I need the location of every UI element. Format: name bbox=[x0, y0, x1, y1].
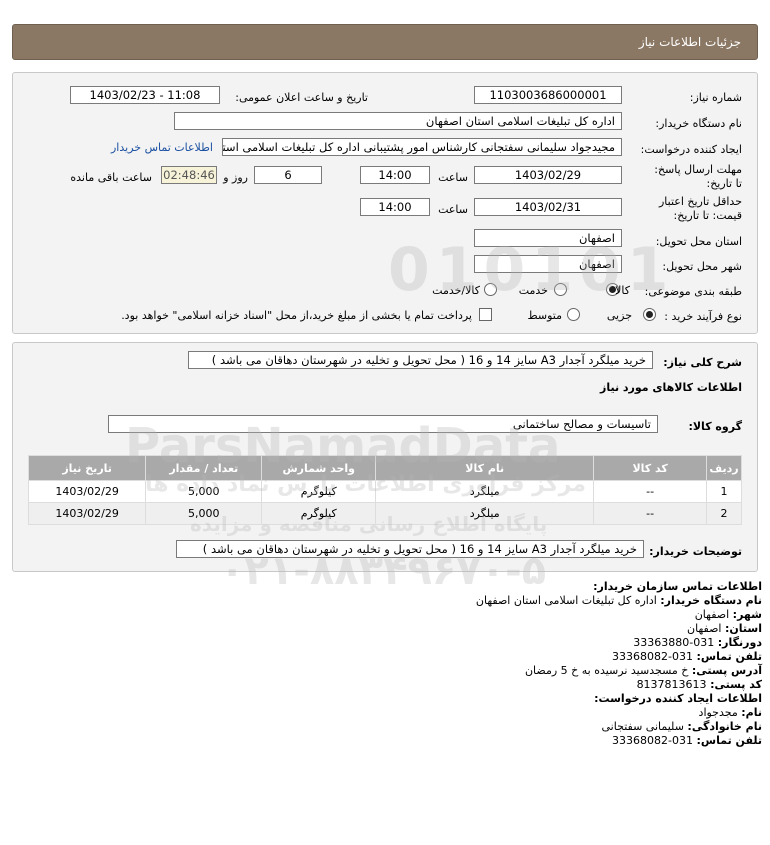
col-name: نام کالا bbox=[375, 455, 595, 481]
contact-org-title: اطلاعات تماس سازمان خریدار: bbox=[593, 580, 762, 593]
buyer-notes-label: توضیحات خریدار: bbox=[649, 545, 742, 558]
cell-code: -- bbox=[593, 502, 707, 525]
creator-phone: تلفن تماس: 031-33368082 bbox=[612, 734, 762, 747]
validity-time-label: ساعت bbox=[438, 203, 468, 216]
category-service-radio[interactable] bbox=[554, 283, 567, 296]
col-unit: واحد شمارش bbox=[261, 455, 377, 481]
process-label: نوع فرآیند خرید : bbox=[664, 310, 742, 323]
table-row[interactable]: 2 -- میلگرد کیلوگرم 5,000 1403/02/29 bbox=[27, 502, 743, 525]
cell-name: میلگرد bbox=[375, 480, 595, 503]
creator-field[interactable]: مجیدجواد سلیمانی سفتجانی کارشناس امور پش… bbox=[222, 138, 622, 156]
validity-time-field[interactable]: 14:00 bbox=[360, 198, 430, 216]
cell-row: 2 bbox=[705, 502, 743, 525]
province-label: استان محل تحویل: bbox=[655, 235, 742, 248]
treasury-checkbox[interactable] bbox=[479, 308, 492, 321]
need-number-label: شماره نیاز: bbox=[689, 91, 742, 104]
cell-unit: کیلوگرم bbox=[261, 502, 377, 525]
group-label: گروه کالا: bbox=[688, 420, 742, 433]
contact-address: آدرس پستی: خ مسجدسید نرسیده به خ 5 رمضان bbox=[524, 664, 762, 677]
process-medium-radio[interactable] bbox=[567, 308, 580, 321]
col-code: کد کالا bbox=[593, 455, 707, 481]
contact-city: شهر: اصفهان bbox=[694, 608, 762, 621]
validity-date-field[interactable]: 1403/02/31 bbox=[474, 198, 622, 216]
cell-date: 1403/02/29 bbox=[27, 502, 147, 525]
buyer-notes-field[interactable]: خرید میلگرد آجدار A3 سایز 14 و 16 ( محل … bbox=[176, 540, 644, 558]
deadline-date-field[interactable]: 1403/02/29 bbox=[474, 166, 622, 184]
cell-date: 1403/02/29 bbox=[27, 480, 147, 503]
contact-province: استان: اصفهان bbox=[687, 622, 762, 635]
validity-label: حداقل تاریخ اعتبار قیمت: تا تاریخ: bbox=[658, 195, 742, 222]
goods-title: اطلاعات کالاهای مورد نیاز bbox=[600, 381, 742, 394]
col-row: ردیف bbox=[705, 455, 743, 481]
deadline-time-field[interactable]: 14:00 bbox=[360, 166, 430, 184]
cell-name: میلگرد bbox=[375, 502, 595, 525]
page-title: جزئیات اطلاعات نیاز bbox=[638, 35, 741, 49]
summary-field[interactable]: خرید میلگرد آجدار A3 سایز 14 و 16 ( محل … bbox=[188, 351, 653, 369]
table-row[interactable]: 1 -- میلگرد کیلوگرم 5,000 1403/02/29 bbox=[27, 480, 743, 503]
category-goods-label: کالا bbox=[615, 284, 630, 297]
creator-label: ایجاد کننده درخواست: bbox=[640, 143, 742, 156]
remaining-time-field: 02:48:46 bbox=[161, 166, 217, 184]
process-minor-label: جزیی bbox=[606, 309, 632, 322]
creator-first-name: نام: مجدجواد bbox=[698, 706, 762, 719]
process-minor-radio[interactable] bbox=[643, 308, 656, 321]
contact-phone: تلفن تماس: 031-33368082 bbox=[612, 650, 762, 663]
days-label: روز و bbox=[223, 171, 248, 184]
process-medium-label: متوسط bbox=[527, 309, 562, 322]
goods-table: ردیف کد کالا نام کالا واحد شمارش تعداد /… bbox=[27, 455, 743, 525]
summary-label: شرح کلی نیاز: bbox=[663, 356, 742, 369]
buyer-org-field[interactable]: اداره کل تبلیغات اسلامی استان اصفهان bbox=[174, 112, 622, 130]
category-service-label: خدمت bbox=[518, 284, 548, 297]
announce-label: تاریخ و ساعت اعلان عمومی: bbox=[235, 91, 368, 104]
col-date: تاریخ نیاز bbox=[27, 455, 147, 481]
deadline-time-label: ساعت bbox=[438, 171, 468, 184]
cell-row: 1 bbox=[705, 480, 743, 503]
province-field[interactable]: اصفهان bbox=[474, 229, 622, 247]
category-both-label: کالا/خدمت bbox=[432, 284, 480, 297]
cell-code: -- bbox=[593, 480, 707, 503]
group-field[interactable]: تاسیسات و مصالح ساختمانی bbox=[108, 415, 658, 433]
buyer-contact-link[interactable]: اطلاعات تماس خریدار bbox=[111, 141, 213, 154]
city-label: شهر محل تحویل: bbox=[662, 260, 742, 273]
contact-postal: کد پستی: 8137813613 bbox=[636, 678, 762, 691]
cell-qty: 5,000 bbox=[145, 502, 263, 525]
creator-info-title: اطلاعات ایجاد کننده درخواست: bbox=[594, 692, 762, 705]
cell-qty: 5,000 bbox=[145, 480, 263, 503]
buyer-org-label: نام دستگاه خریدار: bbox=[655, 117, 742, 130]
remaining-label: ساعت باقی مانده bbox=[70, 171, 152, 184]
contact-buyer-name: نام دستگاه خریدار: اداره کل تبلیغات اسلا… bbox=[475, 594, 762, 607]
deadline-label: مهلت ارسال پاسخ: تا تاریخ: bbox=[654, 163, 742, 190]
category-both-radio[interactable] bbox=[484, 283, 497, 296]
page-header: جزئیات اطلاعات نیاز bbox=[12, 24, 758, 60]
city-field[interactable]: اصفهان bbox=[474, 255, 622, 273]
col-qty: تعداد / مقدار bbox=[145, 455, 263, 481]
goods-table-header: ردیف کد کالا نام کالا واحد شمارش تعداد /… bbox=[27, 455, 743, 481]
days-field[interactable]: 6 bbox=[254, 166, 322, 184]
contact-fax: دورنگار: 031-33363880 bbox=[633, 636, 762, 649]
treasury-note: پرداخت تمام یا بخشی از مبلغ خرید،از محل … bbox=[121, 309, 472, 322]
announce-field[interactable]: 1403/02/23 - 11:08 bbox=[70, 86, 220, 104]
need-number-field[interactable]: 1103003686000001 bbox=[474, 86, 622, 104]
category-label: طبقه بندی موضوعی: bbox=[644, 285, 742, 298]
cell-unit: کیلوگرم bbox=[261, 480, 377, 503]
creator-last-name: نام خانوادگی: سلیمانی سفتجانی bbox=[601, 720, 762, 733]
